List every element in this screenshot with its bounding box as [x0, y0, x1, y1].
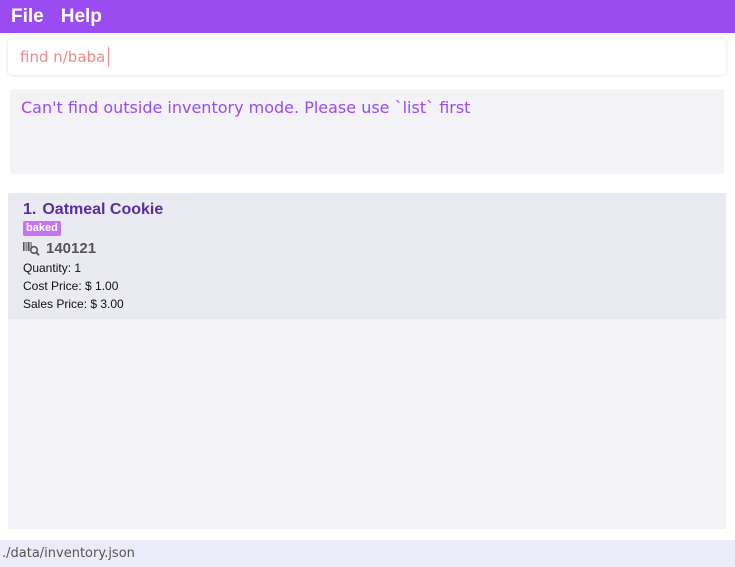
- list-item[interactable]: 1. Oatmeal Cookie baked 140121 Quantity: …: [8, 193, 726, 319]
- item-name: Oatmeal Cookie: [42, 201, 164, 218]
- menu-file[interactable]: File: [4, 6, 51, 28]
- barcode-scan-icon: [23, 242, 40, 256]
- item-quantity: Quantity: 1: [23, 261, 82, 275]
- item-cost-price: Cost Price: $ 1.00: [23, 279, 119, 293]
- status-file-path: ./data/inventory.json: [2, 546, 135, 561]
- text-caret: [108, 47, 109, 67]
- command-input[interactable]: [8, 39, 726, 75]
- result-message: Can't find outside inventory mode. Pleas…: [21, 98, 471, 117]
- result-display: Can't find outside inventory mode. Pleas…: [10, 89, 724, 174]
- item-barcode: 140121: [46, 240, 97, 257]
- item-sales-price: Sales Price: $ 3.00: [23, 297, 124, 311]
- item-title: 1. Oatmeal Cookie: [23, 201, 163, 219]
- item-tag: baked: [23, 221, 61, 236]
- menu-bar: File Help: [0, 0, 735, 33]
- barcode-row: 140121: [23, 240, 96, 257]
- menu-help[interactable]: Help: [54, 6, 109, 28]
- status-bar: ./data/inventory.json: [0, 540, 735, 567]
- item-list-panel[interactable]: 1. Oatmeal Cookie baked 140121 Quantity: …: [8, 193, 726, 529]
- command-box: [8, 39, 726, 75]
- item-index: 1.: [23, 201, 37, 218]
